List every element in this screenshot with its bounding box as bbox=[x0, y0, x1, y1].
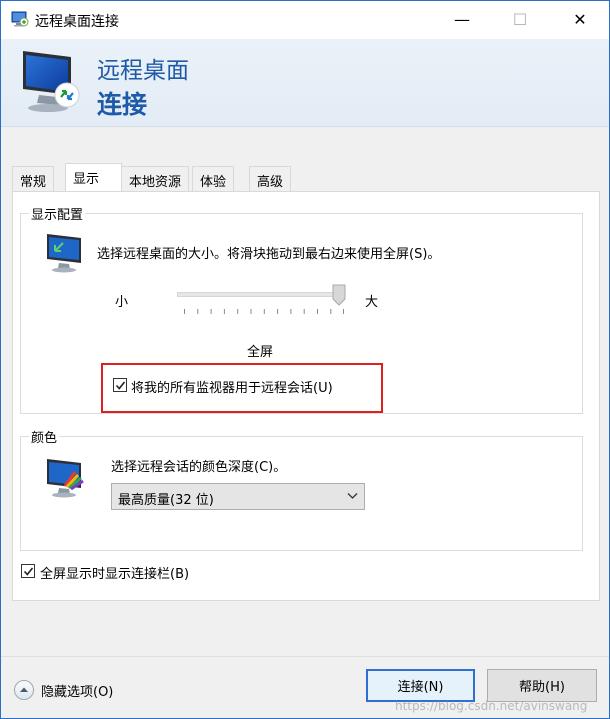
tab-display[interactable]: 显示 bbox=[65, 163, 122, 191]
connection-bar-checkbox[interactable] bbox=[21, 564, 35, 578]
window-title: 远程桌面连接 bbox=[35, 14, 119, 30]
help-button[interactable]: 帮助(H) bbox=[487, 669, 597, 702]
display-size-description: 选择远程桌面的大小。将滑块拖动到最右边来使用全屏(S)。 bbox=[97, 247, 441, 262]
multi-monitor-checkbox[interactable] bbox=[113, 378, 127, 392]
tab-local-resources[interactable]: 本地资源 bbox=[121, 166, 190, 191]
slider-max-label: 大 bbox=[365, 295, 379, 310]
multi-monitor-label[interactable]: 将我的所有监视器用于远程会话(U) bbox=[131, 377, 333, 396]
slider-ticks bbox=[184, 309, 344, 314]
checkmark-icon bbox=[23, 567, 34, 576]
connect-button[interactable]: 连接(N) bbox=[366, 669, 475, 702]
chevron-up-icon bbox=[20, 687, 28, 692]
header-banner: 远程桌面 连接 bbox=[1, 39, 609, 127]
remote-desktop-app-icon bbox=[11, 11, 29, 27]
banner-title-line1: 远程桌面 bbox=[97, 58, 189, 84]
tab-experience[interactable]: 体验 bbox=[192, 166, 235, 191]
remote-desktop-monitor-icon bbox=[23, 51, 80, 112]
chevron-down-icon bbox=[347, 493, 358, 499]
color-depth-description: 选择远程会话的颜色深度(C)。 bbox=[111, 460, 287, 475]
tab-general[interactable]: 常规 bbox=[12, 166, 55, 191]
hide-options-label[interactable]: 隐藏选项(O) bbox=[41, 681, 113, 700]
watermark-text: https://blog.csdn.net/avinswang bbox=[395, 699, 588, 713]
title-bar: 远程桌面连接 — ☐ ✕ bbox=[1, 1, 609, 39]
color-depth-select[interactable]: 最高质量(32 位) bbox=[111, 483, 365, 510]
minimize-button[interactable]: — bbox=[439, 1, 485, 37]
display-size-slider-thumb[interactable] bbox=[332, 284, 346, 306]
slider-value-label: 全屏 bbox=[247, 345, 274, 360]
close-button[interactable]: ✕ bbox=[557, 1, 603, 37]
connection-bar-label[interactable]: 全屏显示时显示连接栏(B) bbox=[40, 563, 189, 582]
display-config-title: 显示配置 bbox=[29, 204, 86, 223]
color-group-title: 颜色 bbox=[29, 427, 60, 446]
tab-advanced[interactable]: 高级 bbox=[249, 166, 292, 191]
hide-options-button[interactable] bbox=[14, 680, 34, 700]
color-depth-selected-value: 最高质量(32 位) bbox=[118, 493, 214, 508]
checkmark-icon bbox=[115, 381, 126, 390]
maximize-button[interactable]: ☐ bbox=[497, 1, 543, 37]
display-size-slider-track[interactable] bbox=[177, 292, 345, 297]
color-depth-icon bbox=[47, 459, 84, 498]
remote-desktop-window: 远程桌面连接 — ☐ ✕ 远程桌面 连接 常规 显示 本地资源 体验 高级 显示… bbox=[0, 0, 610, 719]
display-monitor-icon bbox=[47, 234, 81, 273]
banner-title-line2: 连接 bbox=[97, 90, 148, 119]
slider-min-label: 小 bbox=[115, 295, 129, 310]
